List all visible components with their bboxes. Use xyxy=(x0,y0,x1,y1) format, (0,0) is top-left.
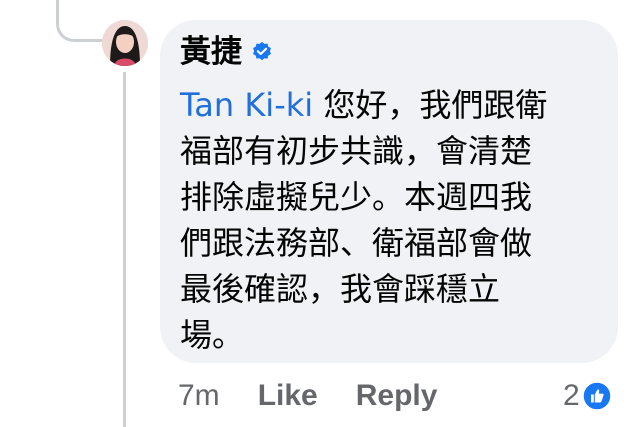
comment-author-row: 黃捷 xyxy=(180,32,273,72)
reaction-count: 2 xyxy=(563,379,580,412)
comment-line-1: Tan Ki-ki 您好，我們跟衛 xyxy=(180,82,600,128)
comment-line-5: 最後確認，我會踩穩立 xyxy=(180,270,501,308)
verified-badge-icon xyxy=(253,41,271,61)
comment-line-6: 場。 xyxy=(180,316,245,354)
comment-line-1-text: 您好，我們跟衛 xyxy=(313,86,548,124)
avatar-portrait-icon xyxy=(102,20,148,66)
comment-actions: 7m Like Reply xyxy=(178,374,437,418)
like-button[interactable]: Like xyxy=(258,374,318,418)
reply-thread-line xyxy=(123,72,126,427)
comment-line-3: 排除虛擬兒少。本週四我 xyxy=(180,178,533,216)
author-name[interactable]: 黃捷 xyxy=(180,32,242,72)
thread-connector-line xyxy=(56,0,102,42)
comment-line-4: 們跟法務部、衛福部會做 xyxy=(180,224,533,262)
comment-text: Tan Ki-ki 您好，我們跟衛 福部有初步共識，會清楚 排除虛擬兒少。本週四… xyxy=(180,82,600,358)
author-avatar[interactable] xyxy=(102,20,148,66)
comment-line-2: 福部有初步共識，會清楚 xyxy=(180,132,533,170)
mention-link[interactable]: Tan Ki-ki xyxy=(180,86,313,124)
reply-button[interactable]: Reply xyxy=(356,374,438,418)
comment-timestamp[interactable]: 7m xyxy=(178,374,220,418)
like-icon xyxy=(581,381,612,411)
reaction-summary[interactable]: 2 xyxy=(563,374,612,418)
